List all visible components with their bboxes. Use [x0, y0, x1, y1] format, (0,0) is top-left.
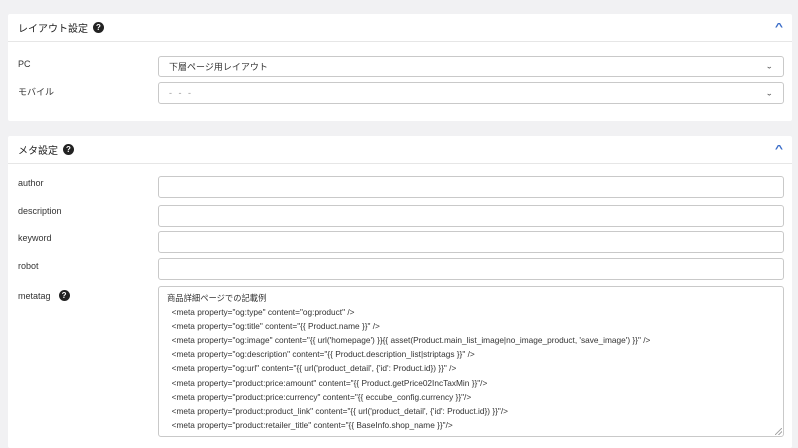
layout-settings-title: レイアウト設定	[18, 24, 88, 35]
pc-layout-selected-value: 下層ページ用レイアウト	[169, 62, 268, 72]
robot-label: robot	[18, 261, 39, 271]
question-circle-icon[interactable]: ?	[58, 290, 70, 301]
layout-settings-card: レイアウト設定 ? ^ PC 下層ページ用レイアウト ⌄ モバイル - - - …	[8, 14, 792, 121]
chevron-down-icon: ⌄	[765, 88, 773, 97]
mobile-layout-selected-value: - - -	[169, 88, 193, 98]
mobile-layout-select[interactable]: - - - ⌄	[158, 82, 784, 104]
mobile-layout-label: モバイル	[18, 87, 55, 97]
metatag-line: <meta property="og:description" content=…	[167, 349, 475, 360]
question-circle-icon[interactable]: ?	[63, 144, 74, 155]
keyword-row: keyword	[18, 231, 784, 253]
description-input[interactable]	[158, 205, 784, 227]
keyword-label: keyword	[18, 233, 52, 243]
metatag-label: metatag ?	[18, 290, 70, 301]
metatag-line: <meta property="product:product_link" co…	[167, 405, 508, 416]
resize-handle-icon[interactable]	[775, 428, 782, 435]
robot-input[interactable]	[158, 258, 784, 280]
pc-layout-select[interactable]: 下層ページ用レイアウト ⌄	[158, 56, 784, 77]
chevron-down-icon: ⌄	[765, 62, 773, 71]
question-circle-icon[interactable]: ?	[93, 22, 104, 33]
meta-settings-title: メタ設定	[18, 146, 58, 157]
metatag-line: <meta property="product:price:amount" co…	[167, 377, 488, 388]
metatag-row: metatag ? 商品詳細ページでの記載例 <meta property="o…	[18, 286, 784, 437]
mobile-layout-row: モバイル - - - ⌄	[18, 82, 784, 104]
author-input[interactable]	[158, 176, 784, 198]
description-label: description	[18, 206, 62, 216]
pc-layout-row: PC 下層ページ用レイアウト ⌄	[18, 56, 784, 78]
author-row: author	[18, 176, 784, 198]
metatag-line: 商品詳細ページでの記載例	[167, 293, 267, 303]
metatag-line: <meta property="product:price:currency" …	[167, 391, 472, 402]
description-row: description	[18, 205, 784, 227]
metatag-content: 商品詳細ページでの記載例 <meta property="og:type" co…	[167, 291, 775, 432]
metatag-line: <meta property="product:retailer_title" …	[167, 419, 453, 430]
meta-settings-header[interactable]: メタ設定 ? ^	[8, 136, 792, 164]
metatag-line: <meta property="og:type" content="og:pro…	[167, 307, 355, 318]
keyword-input[interactable]	[158, 231, 784, 253]
layout-settings-header[interactable]: レイアウト設定 ? ^	[8, 14, 792, 42]
robot-row: robot	[18, 258, 784, 280]
metatag-line: <meta property="og:title" content="{{ Pr…	[167, 321, 380, 332]
metatag-line: <meta property="og:image" content="{{ ur…	[167, 335, 651, 346]
meta-settings-card: メタ設定 ? ^ author description keyword robo…	[8, 136, 792, 448]
chevron-up-icon[interactable]: ^	[775, 22, 783, 33]
metatag-label-text: metatag	[18, 290, 51, 301]
metatag-line: <meta property="og:url" content="{{ url(…	[167, 363, 457, 374]
pc-layout-label: PC	[18, 59, 31, 69]
chevron-up-icon[interactable]: ^	[775, 144, 783, 155]
metatag-textarea[interactable]: 商品詳細ページでの記載例 <meta property="og:type" co…	[158, 286, 784, 437]
author-label: author	[18, 178, 44, 188]
